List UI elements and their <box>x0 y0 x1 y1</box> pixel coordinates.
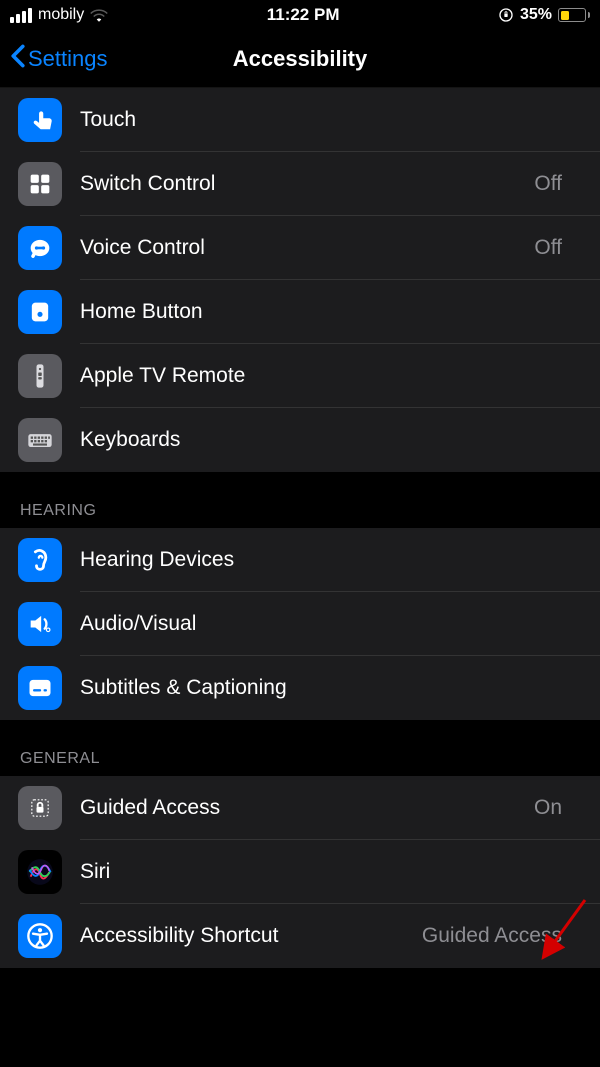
row-switch-control[interactable]: Switch Control Off <box>0 152 600 216</box>
chevron-right-icon <box>570 678 582 698</box>
row-label: Touch <box>80 108 136 132</box>
row-label: Guided Access <box>80 796 220 820</box>
group-header: HEARING <box>0 472 600 528</box>
rotation-lock-icon <box>498 7 514 23</box>
row-label: Subtitles & Captioning <box>80 676 287 700</box>
row-voice-control[interactable]: Voice Control Off <box>0 216 600 280</box>
chevron-right-icon <box>570 926 582 946</box>
chevron-right-icon <box>570 798 582 818</box>
row-guided-access[interactable]: Guided Access On <box>0 776 600 840</box>
row-label: Accessibility Shortcut <box>80 924 278 948</box>
page-title: Accessibility <box>0 46 600 72</box>
audio-visual-icon <box>18 602 62 646</box>
row-label: Audio/Visual <box>80 612 196 636</box>
battery-percent: 35% <box>520 6 552 24</box>
status-right: 35% <box>498 6 590 24</box>
row-touch[interactable]: Touch <box>0 88 600 152</box>
row-label: Voice Control <box>80 236 205 260</box>
chevron-right-icon <box>570 174 582 194</box>
guided-access-icon <box>18 786 62 830</box>
group-header: GENERAL <box>0 720 600 776</box>
battery-icon <box>558 8 590 22</box>
row-label: Home Button <box>80 300 203 324</box>
chevron-right-icon <box>570 238 582 258</box>
row-home-button[interactable]: Home Button <box>0 280 600 344</box>
row-keyboards[interactable]: Keyboards <box>0 408 600 472</box>
chevron-right-icon <box>570 614 582 634</box>
keyboards-icon <box>18 418 62 462</box>
status-time: 11:22 PM <box>267 5 340 25</box>
accessibility-shortcut-icon <box>18 914 62 958</box>
touch-icon <box>18 98 62 142</box>
row-siri[interactable]: Siri <box>0 840 600 904</box>
chevron-right-icon <box>570 302 582 322</box>
row-hearing-devices[interactable]: Hearing Devices <box>0 528 600 592</box>
status-left: mobily <box>10 6 108 24</box>
chevron-right-icon <box>570 550 582 570</box>
row-label: Apple TV Remote <box>80 364 245 388</box>
apple-tv-remote-icon <box>18 354 62 398</box>
nav-bar: Settings Accessibility <box>0 30 600 88</box>
chevron-right-icon <box>570 862 582 882</box>
row-value: On <box>534 796 562 820</box>
home-button-icon <box>18 290 62 334</box>
row-apple-tv-remote[interactable]: Apple TV Remote <box>0 344 600 408</box>
voice-control-icon <box>18 226 62 270</box>
row-value: Guided Access <box>422 924 562 948</box>
subtitles-icon <box>18 666 62 710</box>
hearing-devices-icon <box>18 538 62 582</box>
row-accessibility-shortcut[interactable]: Accessibility Shortcut Guided Access <box>0 904 600 968</box>
chevron-right-icon <box>570 430 582 450</box>
row-label: Hearing Devices <box>80 548 234 572</box>
switch-control-icon <box>18 162 62 206</box>
row-value: Off <box>534 172 562 196</box>
carrier-label: mobily <box>38 6 84 24</box>
status-bar: mobily 11:22 PM 35% <box>0 0 600 30</box>
row-audio-visual[interactable]: Audio/Visual <box>0 592 600 656</box>
row-subtitles[interactable]: Subtitles & Captioning <box>0 656 600 720</box>
row-label: Keyboards <box>80 428 180 452</box>
siri-icon <box>18 850 62 894</box>
row-label: Switch Control <box>80 172 215 196</box>
row-value: Off <box>534 236 562 260</box>
wifi-icon <box>90 8 108 22</box>
row-label: Siri <box>80 860 110 884</box>
signal-bars-icon <box>10 8 32 23</box>
chevron-right-icon <box>570 366 582 386</box>
chevron-right-icon <box>570 110 582 130</box>
